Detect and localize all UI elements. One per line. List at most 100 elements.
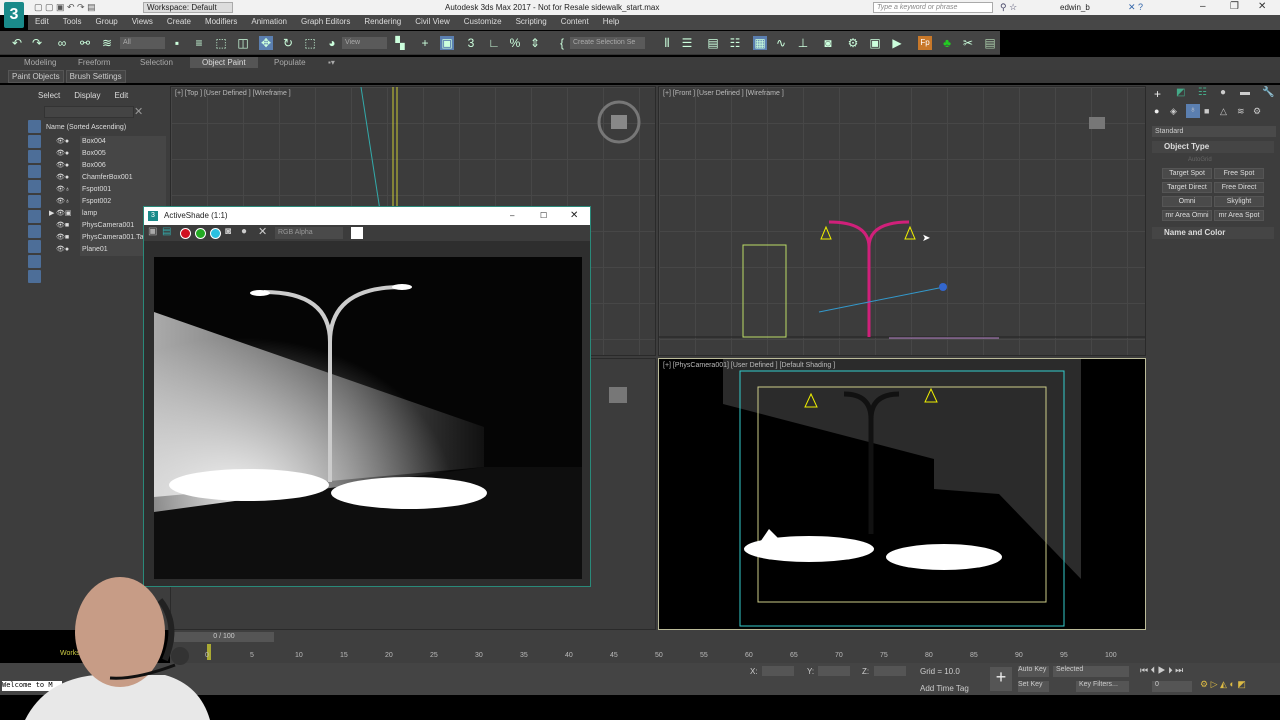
tab-populate[interactable]: Populate: [274, 58, 306, 67]
clear-icon[interactable]: ✕: [258, 225, 267, 238]
menu-civil-view[interactable]: Civil View: [408, 15, 457, 28]
mr-area-omni-button[interactable]: mr Area Omni: [1162, 210, 1212, 221]
display-lights-icon[interactable]: [28, 150, 41, 163]
display-spacewarps-icon[interactable]: [28, 195, 41, 208]
menu-create[interactable]: Create: [160, 15, 198, 28]
expand-arrow-icon[interactable]: ▶: [49, 209, 54, 217]
tab-selection[interactable]: Selection: [140, 58, 173, 67]
z-coordinate-field[interactable]: [874, 666, 906, 676]
viewport-label[interactable]: [+] [Top ] [User Defined ] [Wireframe ]: [175, 90, 291, 97]
menu-modifiers[interactable]: Modifiers: [198, 15, 244, 28]
timeline[interactable]: 0 / 100 0 5 10 15 20 25 30 35 40 45 50 55 60 65 70 75 80…: [170, 630, 1280, 665]
schematic-view-icon[interactable]: ⊥: [796, 36, 810, 50]
light-icon[interactable]: 👁♁: [56, 186, 70, 193]
x-coordinate-field[interactable]: [762, 666, 794, 676]
menu-group[interactable]: Group: [88, 15, 124, 28]
explorer-search-input[interactable]: [44, 106, 134, 118]
hierarchy-tab-icon[interactable]: ☷: [1198, 87, 1207, 98]
quick-access-icons[interactable]: ▢ ▢ ▣ ↶ ↷ ▤: [34, 2, 96, 13]
curve-editor-icon[interactable]: ∿: [774, 36, 788, 50]
menu-help[interactable]: Help: [596, 15, 626, 28]
scene-explorer-icon[interactable]: ▤: [706, 36, 720, 50]
color-swatch[interactable]: [351, 227, 363, 239]
align-icon[interactable]: ☰: [680, 36, 694, 50]
menu-tools[interactable]: Tools: [56, 15, 89, 28]
percent-snap-icon[interactable]: %: [508, 36, 522, 50]
column-header-name[interactable]: Name (Sorted Ascending): [46, 124, 126, 131]
close-button[interactable]: ✕: [570, 207, 578, 225]
clear-search-icon[interactable]: ✕: [134, 105, 143, 118]
set-keys-button[interactable]: +: [990, 667, 1012, 691]
green-channel-toggle[interactable]: [195, 228, 206, 239]
omni-button[interactable]: Omni: [1162, 196, 1212, 207]
helpers-icon[interactable]: △: [1220, 106, 1227, 117]
display-cameras-icon[interactable]: [28, 165, 41, 178]
menu-customize[interactable]: Customize: [457, 15, 509, 28]
display-groups-icon[interactable]: [28, 210, 41, 223]
key-filters-button[interactable]: Key Filters...: [1076, 681, 1129, 692]
minimize-button[interactable]: –: [1200, 1, 1206, 12]
systems-icon[interactable]: ⚙: [1253, 106, 1261, 117]
light-icon[interactable]: 👁♁: [56, 198, 70, 205]
fp-icon[interactable]: Fp: [918, 36, 932, 50]
viewport-label[interactable]: [+] [Front ] [User Defined ] [Wireframe …: [663, 90, 784, 97]
explorer-menu-select[interactable]: Select: [38, 91, 60, 100]
menu-edit[interactable]: Edit: [28, 15, 56, 28]
mirror-icon[interactable]: ⫴: [660, 36, 674, 50]
manipulate-icon[interactable]: +: [418, 36, 432, 50]
named-selection-dropdown[interactable]: Create Selection Se: [570, 37, 645, 49]
pivot-center-icon[interactable]: ▚: [393, 36, 407, 50]
blue-channel-toggle[interactable]: [210, 228, 221, 239]
select-object-icon[interactable]: ▪: [170, 36, 184, 50]
rollout-object-type[interactable]: Object Type: [1152, 141, 1274, 153]
visibility-icon[interactable]: 👁●: [56, 138, 69, 145]
select-move-icon[interactable]: ✥: [259, 36, 273, 50]
select-by-name-icon[interactable]: ≡: [192, 36, 206, 50]
viewport-label[interactable]: [+] [PhysCamera001] [User Defined ] [Def…: [663, 362, 835, 369]
alpha-channel-icon[interactable]: ◙: [225, 226, 231, 237]
autogrid-checkbox[interactable]: AutoGrid: [1188, 157, 1212, 163]
display-bones-icon[interactable]: [28, 240, 41, 253]
ribbon-toggle-icon[interactable]: ▦: [753, 36, 767, 50]
playback-controls[interactable]: ⏮ ⏴ ▶ ⏵ ⏭: [1140, 665, 1183, 676]
camera-icon[interactable]: 👁■: [56, 222, 69, 229]
tools-icon[interactable]: ✂: [961, 36, 975, 50]
link-icon[interactable]: ∞: [55, 36, 69, 50]
current-frame-field[interactable]: 0: [1152, 681, 1192, 692]
auto-key-button[interactable]: Auto Key: [1018, 666, 1049, 677]
tab-object-paint[interactable]: Object Paint: [190, 57, 258, 68]
render-production-icon[interactable]: ▶: [890, 36, 904, 50]
select-scale-icon[interactable]: ⬚: [303, 36, 317, 50]
display-channel-dropdown[interactable]: RGB Alpha: [275, 227, 343, 239]
list-item[interactable]: 👁● Box006: [56, 160, 166, 172]
placement-icon[interactable]: ◕: [325, 36, 339, 50]
edit-named-selection-icon[interactable]: {: [555, 36, 569, 50]
maximize-button[interactable]: ☐: [540, 207, 547, 225]
y-coordinate-field[interactable]: [818, 666, 850, 676]
menu-scripting[interactable]: Scripting: [509, 15, 554, 28]
display-shapes-icon[interactable]: [28, 135, 41, 148]
material-editor-icon[interactable]: ◙: [821, 36, 835, 50]
redo-icon[interactable]: ↷: [30, 36, 44, 50]
binoculars-icon[interactable]: ⚲ ☆: [1000, 2, 1017, 13]
tab-modeling[interactable]: Modeling: [24, 58, 56, 67]
list-item[interactable]: 👁● ChamferBox001: [56, 172, 166, 184]
list-icon[interactable]: ▤: [983, 36, 997, 50]
bind-spacewarp-icon[interactable]: ≋: [100, 36, 114, 50]
free-spot-button[interactable]: Free Spot: [1214, 168, 1264, 179]
restore-button[interactable]: ❐: [1230, 1, 1239, 12]
help-icon[interactable]: ✕ ?: [1128, 2, 1143, 13]
list-item[interactable]: 👁♁ Fspot001: [56, 184, 166, 196]
app-logo[interactable]: 3: [4, 2, 24, 28]
display-geometry-icon[interactable]: [28, 120, 41, 133]
display-helpers-icon[interactable]: [28, 180, 41, 193]
window-crossing-icon[interactable]: ◫: [236, 36, 250, 50]
spinner-snap-icon[interactable]: ⇕: [528, 36, 542, 50]
tab-freeform[interactable]: Freeform: [78, 58, 110, 67]
display-xrefs-icon[interactable]: [28, 225, 41, 238]
save-image-icon[interactable]: ▣: [148, 226, 157, 237]
selection-filter-dropdown[interactable]: All: [120, 37, 165, 49]
target-spot-button[interactable]: Target Spot: [1162, 168, 1212, 179]
visibility-icon[interactable]: 👁●: [56, 246, 69, 253]
mr-area-spot-button[interactable]: mr Area Spot: [1214, 210, 1264, 221]
